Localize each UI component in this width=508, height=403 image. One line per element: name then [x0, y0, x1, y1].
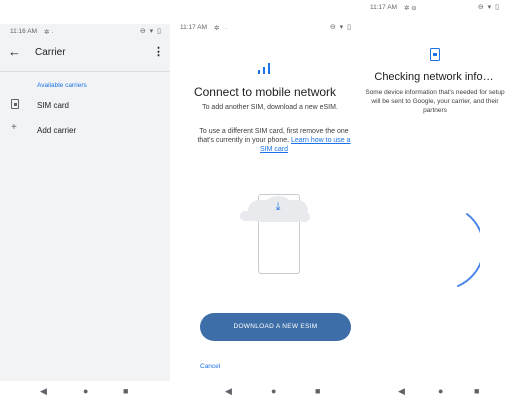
subtitle-text: To add another SIM, download a new eSIM.: [202, 104, 338, 111]
signal-bars-icon: [256, 62, 276, 74]
page-title: Connect to mobile network: [193, 85, 337, 99]
download-esim-button[interactable]: DOWNLOAD A NEW ESIM: [200, 313, 351, 341]
section-label-available-carriers: Available carriers: [37, 82, 87, 89]
back-arrow-icon[interactable]: ←: [8, 44, 21, 59]
nav-back-icon[interactable]: ◀: [225, 386, 232, 397]
navigation-bar: ◀ ● ■: [0, 381, 170, 403]
nav-home-icon[interactable]: ●: [271, 386, 276, 396]
status-icons: ⊖ ▾ ▯: [139, 28, 162, 35]
nav-recents-icon[interactable]: ■: [315, 386, 320, 396]
loading-spinner: [457, 213, 480, 287]
page-title: Carrier: [35, 47, 66, 58]
list-item-add-carrier[interactable]: + Add carrier: [0, 119, 170, 143]
nav-back-icon[interactable]: ◀: [398, 386, 405, 397]
more-options-icon[interactable]: ⋮: [153, 45, 164, 58]
nav-home-icon[interactable]: ●: [438, 386, 443, 396]
cancel-button[interactable]: Cancel: [200, 363, 220, 370]
download-icon: ⤓: [275, 201, 281, 213]
status-time: 11:17 AM: [180, 24, 207, 31]
sim-card-icon: [11, 99, 19, 112]
status-bar: 11:17 AM ✲ · ⊖ ▾ ▯: [170, 20, 360, 36]
nav-back-icon[interactable]: ◀: [40, 386, 47, 397]
settings-gear-icon: ✲ ⊖: [404, 5, 417, 12]
settings-gear-icon: ✲ ·: [214, 25, 228, 32]
plus-icon: +: [11, 122, 17, 133]
nav-recents-icon[interactable]: ■: [474, 386, 479, 396]
connect-mobile-network-screen: 11:17 AM ✲ · ⊖ ▾ ▯ Connect to mobile netw…: [170, 0, 360, 403]
list-item-label: Add carrier: [37, 126, 77, 135]
list-item-label: SIM card: [37, 101, 70, 110]
status-time: 11:16 AM: [10, 28, 37, 35]
info-text: Some device information that's needed fo…: [365, 89, 505, 114]
status-time: 11:17 AM: [370, 4, 397, 11]
checking-network-screen: 11:17 AM ✲ ⊖ ⊖ ▾ ▯ Checking network info……: [360, 0, 508, 403]
nav-home-icon[interactable]: ●: [83, 386, 88, 396]
navigation-bar: ◀ ● ■: [360, 381, 508, 403]
sim-card-icon: [430, 48, 440, 61]
status-icons: ⊖ ▾ ▯: [329, 24, 352, 31]
instruction-text: To use a different SIM card, first remov…: [196, 127, 352, 154]
list-item-sim-card[interactable]: SIM card: [0, 94, 170, 118]
settings-gear-icon: ✲ ·: [44, 29, 54, 36]
status-bar: 11:16 AM ✲ · ⊖ ▾ ▯: [0, 24, 170, 40]
status-icons: ⊖ ▾ ▯: [477, 4, 500, 11]
carrier-settings-screen: 11:16 AM ✲ · ⊖ ▾ ▯ ← Carrier ⋮ Available …: [0, 24, 170, 403]
nav-recents-icon[interactable]: ■: [123, 386, 128, 396]
app-bar: ← Carrier ⋮: [0, 40, 170, 66]
navigation-bar: ◀ ● ■: [170, 381, 360, 403]
page-title: Checking network info…: [374, 71, 494, 83]
divider: [0, 71, 170, 72]
status-bar: 11:17 AM ✲ ⊖ ⊖ ▾ ▯: [360, 0, 508, 16]
